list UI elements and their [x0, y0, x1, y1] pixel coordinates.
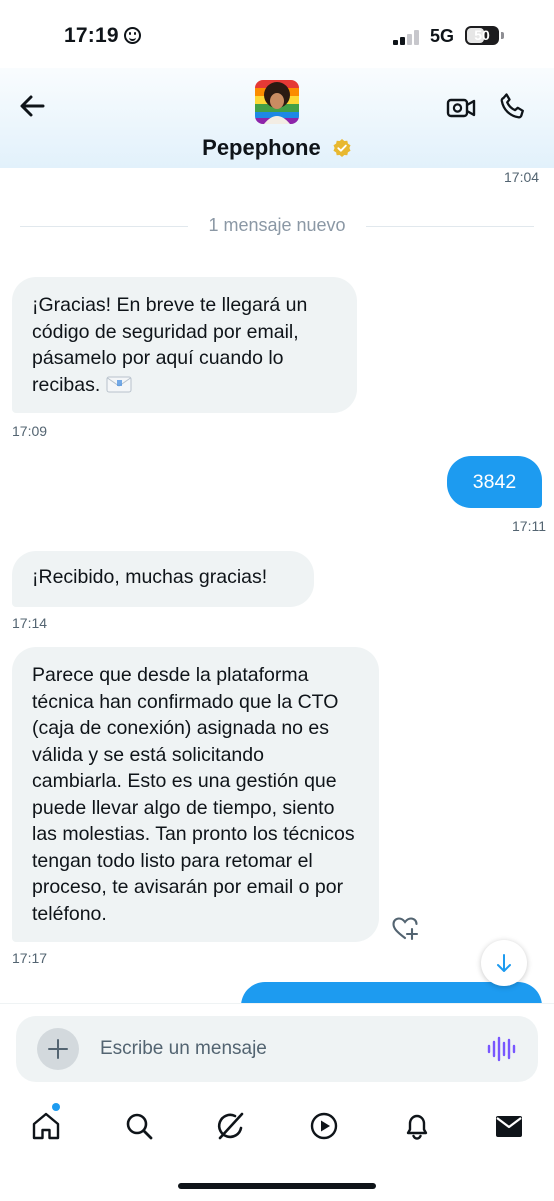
- verified-badge-icon: [333, 139, 351, 158]
- message-bubble-incoming[interactable]: Parece que desde la plataforma técnica h…: [12, 647, 379, 942]
- add-media-button[interactable]: [37, 1028, 79, 1070]
- heart-plus-icon: [392, 917, 419, 941]
- tab-grok[interactable]: [215, 1110, 247, 1142]
- network-type: 5G: [430, 26, 455, 46]
- mail-icon: [496, 1116, 522, 1137]
- message-timestamp: 17:11: [512, 518, 546, 534]
- avatar[interactable]: [255, 80, 299, 124]
- battery-icon: 50: [465, 26, 499, 45]
- bell-icon: [406, 1114, 428, 1140]
- message-text: Parece que desde la plataforma técnica h…: [32, 664, 355, 925]
- message-timestamp: 17:09: [12, 423, 48, 439]
- message-timestamp: 17:17: [12, 950, 48, 966]
- message-text: ¡Gracias! En breve te llegará un código …: [32, 294, 308, 396]
- status-bar: 17:19 5G 50: [0, 0, 554, 78]
- tab-search[interactable]: [123, 1110, 155, 1142]
- bottom-tab-bar: [0, 1100, 554, 1160]
- grok-icon: [217, 1112, 244, 1140]
- home-icon: [32, 1112, 60, 1140]
- contact-name[interactable]: Pepephone: [202, 135, 321, 161]
- message-composer: [16, 1016, 538, 1082]
- notification-dot: [52, 1103, 60, 1111]
- arrow-down-icon: [497, 954, 511, 972]
- arrow-left-icon: [20, 95, 45, 117]
- react-button[interactable]: [391, 914, 419, 942]
- tab-messages[interactable]: [493, 1110, 525, 1142]
- video-call-button[interactable]: [445, 92, 477, 124]
- tab-video[interactable]: [308, 1110, 340, 1142]
- avatar-image: [255, 80, 299, 124]
- smiley-icon: [124, 27, 141, 44]
- home-indicator: [178, 1183, 376, 1189]
- message-bubble-incoming[interactable]: ¡Gracias! En breve te llegará un código …: [12, 277, 357, 413]
- message-text: 3842: [472, 471, 517, 493]
- message-timestamp: 17:04: [504, 169, 540, 185]
- battery-level: 50: [474, 27, 490, 43]
- back-button[interactable]: [16, 90, 48, 122]
- scroll-to-bottom-button[interactable]: [481, 940, 527, 986]
- play-icon: [310, 1112, 338, 1140]
- battery-nub: [501, 32, 504, 39]
- voice-call-button[interactable]: [497, 90, 529, 122]
- header-name-row: Pepephone: [0, 134, 554, 161]
- message-bubble-outgoing[interactable]: 3842: [447, 456, 542, 508]
- tab-notifications[interactable]: [401, 1110, 433, 1142]
- divider-line-right: [366, 226, 534, 227]
- message-timestamp: 17:14: [12, 615, 48, 631]
- message-text: ¡Recibido, muchas gracias!: [32, 566, 268, 588]
- audio-waveform-icon: [487, 1036, 516, 1062]
- voice-message-button[interactable]: [486, 1036, 516, 1062]
- phone-icon: [500, 93, 524, 119]
- conversation-header: Pepephone: [0, 68, 554, 168]
- plus-icon: [48, 1039, 68, 1059]
- message-bubble-incoming[interactable]: ¡Recibido, muchas gracias!: [12, 551, 314, 607]
- message-input[interactable]: [100, 1016, 460, 1082]
- search-icon: [126, 1113, 153, 1140]
- signal-icon: [393, 30, 423, 45]
- status-time: 17:19: [64, 24, 119, 47]
- video-camera-icon: [446, 98, 476, 118]
- envelope-icon: [106, 376, 132, 392]
- tab-home[interactable]: [30, 1110, 62, 1142]
